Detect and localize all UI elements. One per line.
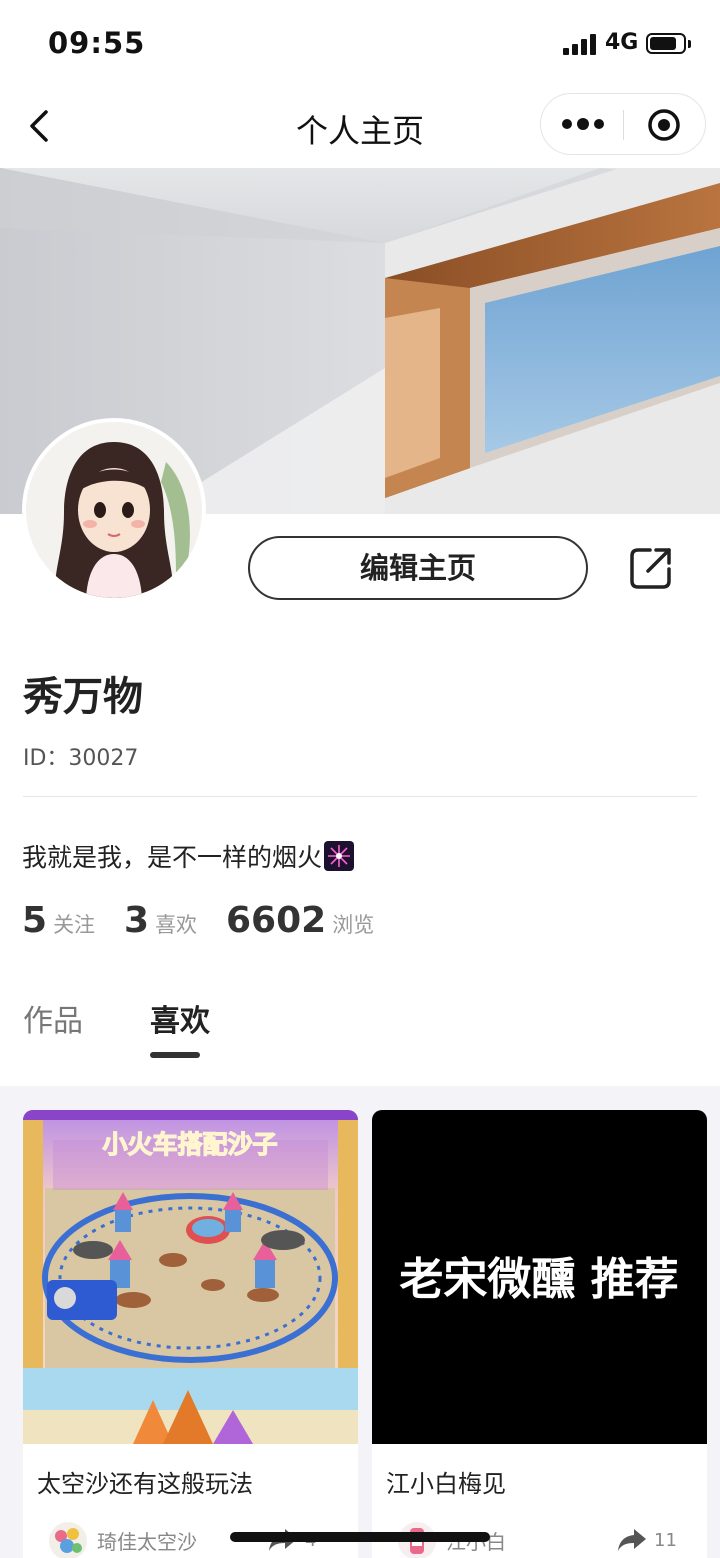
stat-views: 6602 浏览 (226, 900, 374, 941)
stat-value: 3 (124, 900, 150, 941)
content-tabs: 作品 喜欢 (0, 990, 720, 1070)
network-type: 4G (605, 30, 639, 55)
video-card[interactable]: 老宋微醺 推荐 江小白梅见 江小白 11 (372, 1110, 707, 1558)
status-bar: 09:55 4G (0, 0, 720, 88)
signal-icon (563, 33, 597, 55)
bio-text: 我就是我，是不一样的烟火 (22, 843, 323, 872)
tab-indicator (150, 1052, 200, 1058)
author-name: 琦佳太空沙 (97, 1530, 197, 1554)
stat-label: 浏览 (332, 913, 375, 937)
fireworks-icon (324, 841, 355, 871)
target-icon (648, 109, 680, 141)
card-thumbnail: 小火车搭配沙子 (23, 1110, 358, 1444)
more-button[interactable] (561, 112, 607, 136)
video-card[interactable]: 小火车搭配沙子 太空沙还有这般玩法 琦佳太空沙 4 (23, 1110, 358, 1558)
user-id: ID：30027 (23, 746, 139, 771)
stat-following[interactable]: 5 关注 (22, 900, 95, 941)
share-external-icon (630, 548, 671, 589)
card-title: 江小白梅见 (386, 1470, 506, 1498)
author-avatar (49, 1522, 87, 1558)
capsule-divider (623, 110, 624, 140)
edit-profile-button[interactable]: 编辑主页 (248, 536, 588, 600)
tab-likes[interactable]: 喜欢 (150, 996, 210, 1040)
stat-label: 关注 (53, 913, 96, 937)
divider (23, 796, 697, 797)
more-dots-icon (562, 118, 604, 130)
card-thumbnail-caption: 小火车搭配沙子 (102, 1130, 277, 1159)
mini-program-capsule (540, 93, 706, 155)
battery-icon (646, 33, 691, 54)
card-title: 太空沙还有这般玩法 (37, 1470, 253, 1498)
username: 秀万物 (23, 674, 143, 720)
share-arrow-icon[interactable] (616, 1526, 648, 1554)
stat-label: 喜欢 (155, 913, 198, 937)
card-thumbnail: 老宋微醺 推荐 (372, 1110, 707, 1444)
tab-works[interactable]: 作品 (23, 996, 83, 1040)
status-time: 09:55 (48, 26, 146, 60)
home-indicator (230, 1532, 490, 1542)
stat-value: 6602 (226, 900, 327, 941)
avatar[interactable] (22, 418, 206, 602)
card-thumbnail-caption: 老宋微醺 推荐 (399, 1254, 678, 1305)
card-grid: 小火车搭配沙子 太空沙还有这般玩法 琦佳太空沙 4 老宋微醺 推荐 江小白梅见 (0, 1086, 720, 1558)
share-count: 11 (654, 1530, 677, 1551)
close-mini-program-button[interactable] (647, 108, 681, 142)
stat-likes[interactable]: 3 喜欢 (124, 900, 197, 941)
share-button[interactable] (628, 545, 674, 591)
bio: 我就是我，是不一样的烟火 (22, 838, 355, 874)
nav-bar: 个人主页 (0, 88, 720, 168)
stat-value: 5 (22, 900, 48, 941)
